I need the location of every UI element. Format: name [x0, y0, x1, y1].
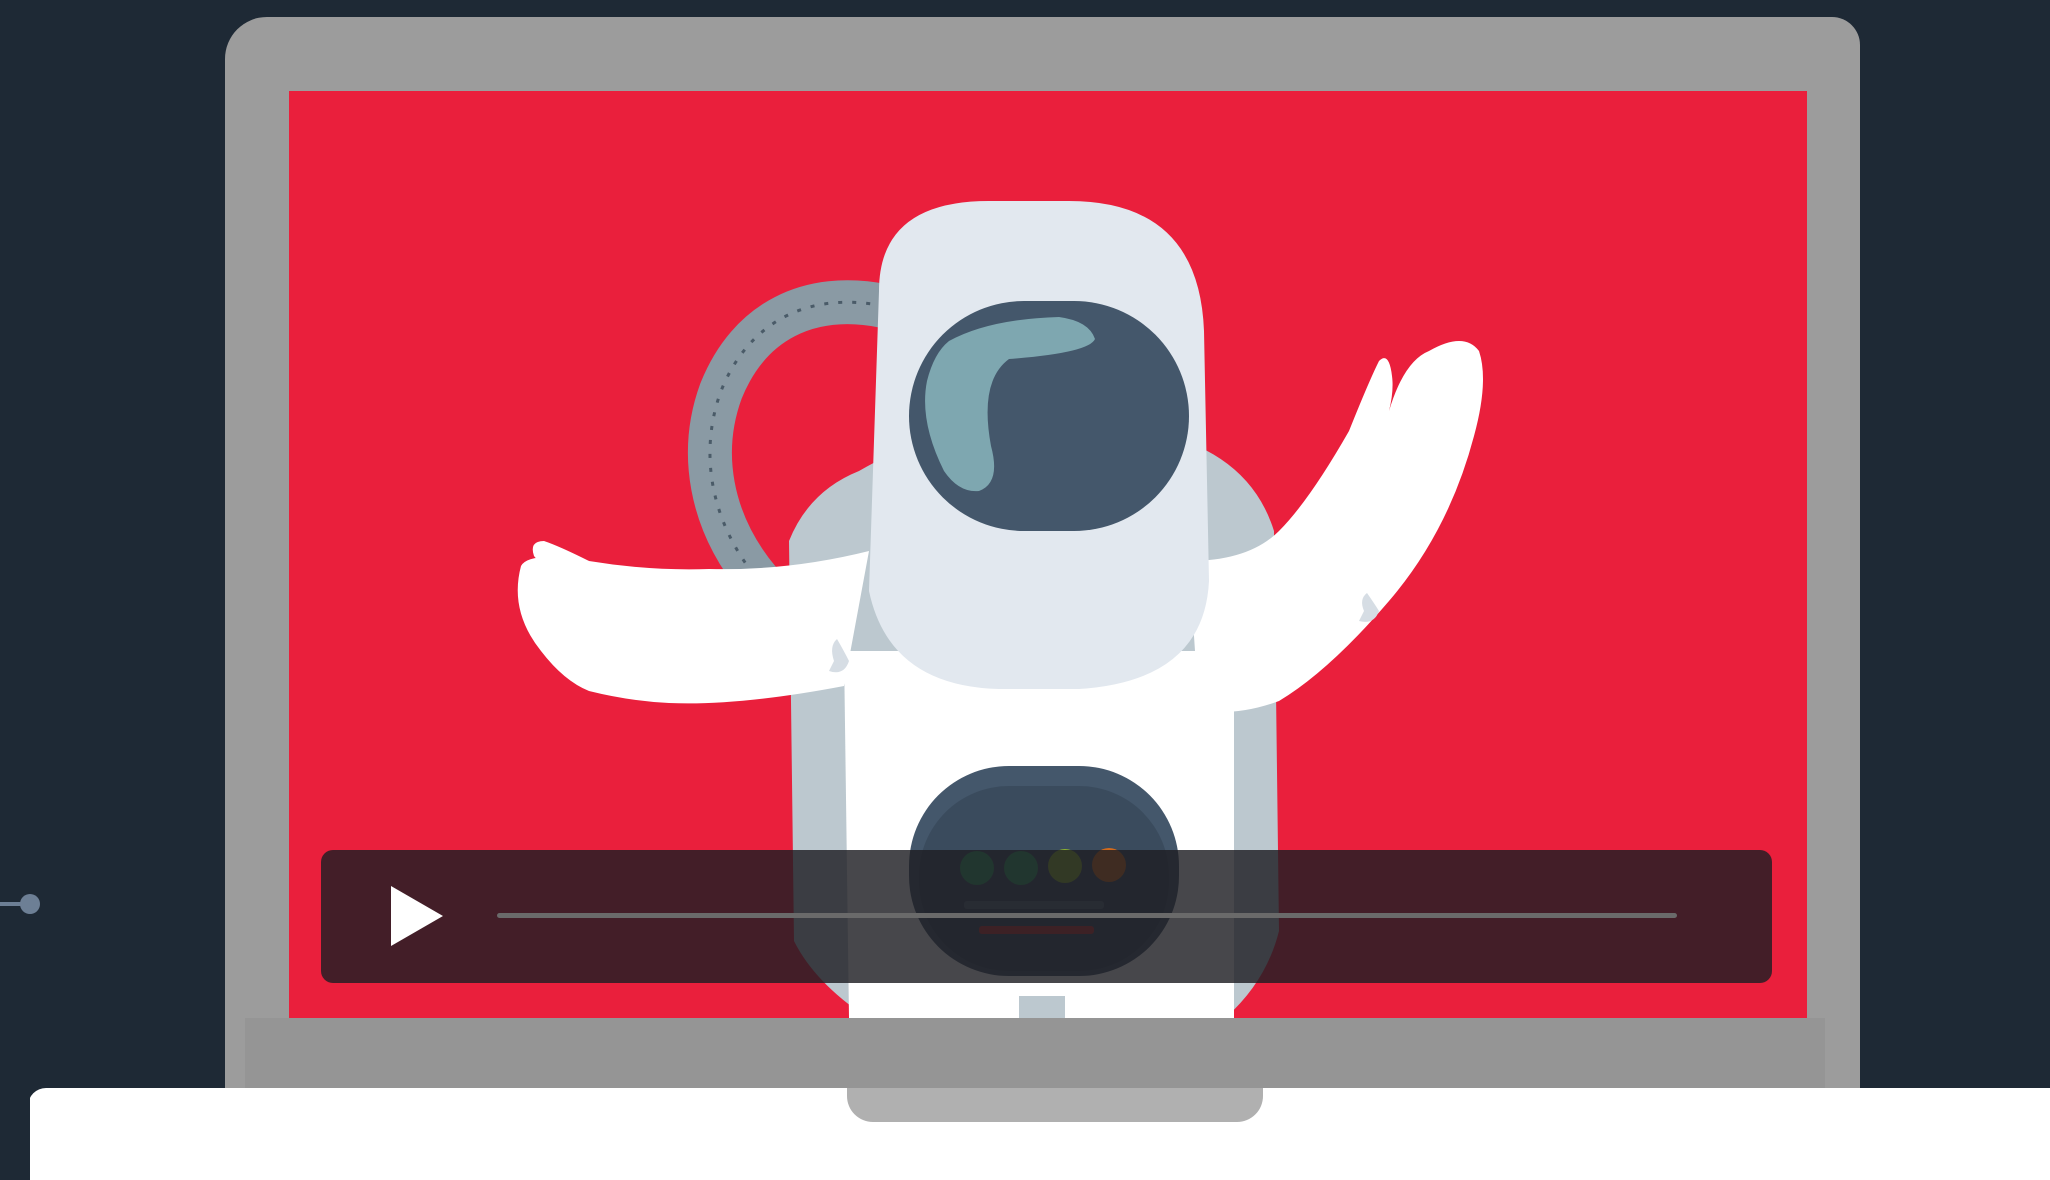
laptop-scene	[0, 0, 2050, 1180]
slider-handle-icon[interactable]	[0, 893, 44, 915]
play-icon[interactable]	[381, 880, 451, 952]
laptop-bezel-bottom	[245, 1018, 1825, 1090]
video-screen[interactable]	[289, 91, 1807, 1018]
left-arm	[517, 551, 869, 704]
video-controls-bar	[321, 850, 1772, 983]
laptop-base-edge	[0, 1088, 30, 1180]
progress-bar[interactable]	[497, 913, 1677, 918]
lid-hinge-notch	[847, 1088, 1263, 1122]
